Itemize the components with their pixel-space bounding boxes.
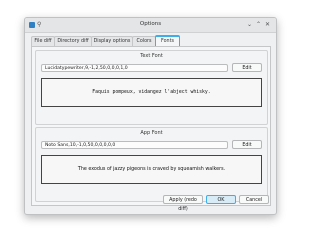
app-font-edit-button[interactable]: Edit bbox=[232, 140, 262, 149]
text-font-edit-button[interactable]: Edit bbox=[232, 63, 262, 72]
app-font-preview: The exodus of jazzy pigeons is craved by… bbox=[41, 155, 262, 184]
text-font-preview: Faquis pompeux, vidangez l'abject whisky… bbox=[41, 78, 262, 107]
text-font-title: Text Font bbox=[140, 53, 163, 59]
tab-fonts[interactable]: Fonts bbox=[155, 35, 180, 46]
options-dialog: ⚲ Options ⌄ ⌃ ✕ File diff Directory diff… bbox=[24, 17, 277, 215]
fonts-tab-panel: Text Font Lucidatypewriter,9,-1,2,50,0,0… bbox=[31, 46, 271, 206]
title-bar[interactable]: ⚲ Options ⌄ ⌃ ✕ bbox=[25, 18, 276, 33]
window-title: Options bbox=[139, 21, 162, 27]
app-font-group: App Font Noto Sans,10,-1,0,50,0,0,0,0,0 … bbox=[35, 127, 268, 202]
app-font-title: App Font bbox=[140, 130, 163, 136]
text-font-field[interactable]: Lucidatypewriter,9,-1,2,50,0,0,0,1,0 bbox=[41, 64, 228, 72]
tab-display-options[interactable]: Display options bbox=[91, 36, 133, 46]
cancel-button[interactable]: Cancel bbox=[239, 195, 269, 204]
close-icon[interactable]: ✕ bbox=[265, 20, 270, 29]
text-font-group: Text Font Lucidatypewriter,9,-1,2,50,0,0… bbox=[35, 50, 268, 125]
ok-button[interactable]: OK bbox=[206, 195, 236, 204]
tab-colors[interactable]: Colors bbox=[132, 36, 156, 46]
minimize-icon[interactable]: ⌄ bbox=[247, 20, 252, 29]
maximize-icon[interactable]: ⌃ bbox=[256, 20, 261, 29]
tab-directory-diff[interactable]: Directory diff bbox=[54, 36, 92, 46]
app-font-field[interactable]: Noto Sans,10,-1,0,50,0,0,0,0,0 bbox=[41, 141, 228, 149]
tab-file-diff[interactable]: File diff bbox=[31, 36, 55, 46]
apply-redo-diff-button[interactable]: Apply (redo diff) bbox=[163, 195, 203, 212]
